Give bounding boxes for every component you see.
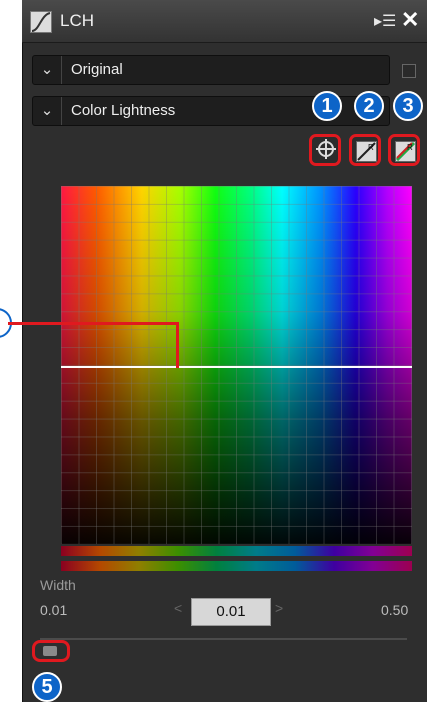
eyedropper-button[interactable] [309,134,341,166]
width-value-input[interactable]: 0.01 [191,598,271,626]
callout-badge-5: 5 [32,672,62,702]
chevron-down-icon[interactable]: ⌄ [33,56,62,84]
callout-line [176,322,179,368]
original-checkbox[interactable] [402,64,416,78]
output-hue-strip [61,546,412,556]
reset-all-icon: R [395,141,416,162]
graph-grid [61,186,412,544]
reset-channel-button[interactable]: R [349,134,381,166]
panel-titlebar: LCH ▸☰ ✕ [22,0,427,43]
reset-channel-icon: R [356,141,377,162]
svg-text:R: R [407,143,413,152]
increment-arrow[interactable]: > [275,600,283,616]
crosshair-icon [316,139,336,159]
input-hue-strip [61,561,412,571]
callout-badge-3: 3 [393,91,423,121]
width-slider-track[interactable] [40,638,407,640]
svg-text:R: R [368,143,374,152]
callout-badge-1: 1 [312,91,342,121]
reset-channel-svg: R [357,142,376,161]
reset-all-svg: R [395,141,416,162]
width-slider-thumb[interactable] [32,640,70,662]
width-min-label: 0.01 [40,602,68,618]
mode-label: Color Lightness [71,102,176,119]
close-icon[interactable]: ✕ [401,7,419,33]
width-max-label: 0.50 [381,602,409,618]
reset-all-button[interactable]: R [388,134,420,166]
original-label: Original [71,61,123,78]
decrement-arrow[interactable]: < [174,600,182,616]
width-label: Width [40,577,76,593]
panel-title: LCH [60,11,95,30]
menu-icon[interactable]: ▸☰ [374,11,396,31]
slider-knob[interactable] [43,646,57,656]
callout-line [8,322,178,325]
callout-badge-2: 2 [354,91,384,121]
lightness-curve[interactable] [61,366,412,368]
curve-icon-svg [31,12,51,32]
chevron-down-icon[interactable]: ⌄ [33,97,62,125]
original-dropdown[interactable]: ⌄ Original [32,55,390,85]
curve-icon [30,11,52,33]
